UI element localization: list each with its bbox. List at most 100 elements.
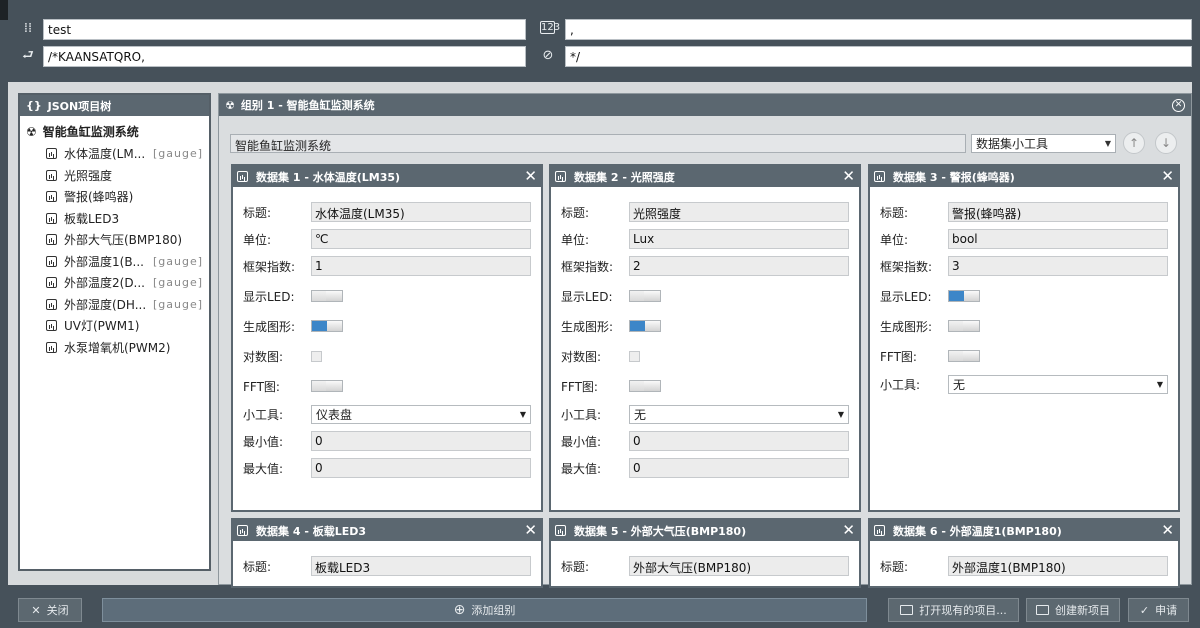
title-row: 标题: 板载LED3 — [243, 556, 531, 576]
apply-button[interactable]: ✓ 申请 — [1128, 598, 1189, 622]
dataset-icon — [874, 525, 885, 536]
tree-item[interactable]: 水体温度(LM... [gauge] — [20, 143, 209, 165]
led-toggle[interactable] — [629, 290, 661, 302]
close-group-icon[interactable]: ✕ — [1172, 98, 1185, 112]
tree-item[interactable]: 外部温度2(D... [gauge] — [20, 272, 209, 294]
tree-item[interactable]: 外部温度1(B... [gauge] — [20, 251, 209, 273]
project-title-input[interactable]: test — [43, 19, 526, 40]
fft-label: FFT图: — [243, 379, 280, 394]
add-icon: ⊕ — [453, 602, 466, 618]
fft-label: FFT图: — [561, 379, 598, 394]
tree-root-item[interactable]: ☢ 智能鱼缸监测系统 — [20, 116, 209, 143]
add-group-button[interactable]: ⊕ 添加组别 — [102, 598, 867, 622]
widget-dropdown[interactable]: 无 ▼ — [629, 404, 849, 424]
dataset-card-header: 数据集 4 - 板载LED3 ✕ — [233, 520, 541, 541]
min-row: 最小值: 0 — [243, 431, 531, 451]
dataset-card: 数据集 5 - 外部大气压(BMP180) ✕ 标题: 外部大气压(BMP180) — [549, 518, 861, 588]
title-input[interactable]: 警报(蜂鸣器) — [948, 202, 1168, 222]
close-dataset-icon[interactable]: ✕ — [842, 523, 855, 538]
log-label: 对数图: — [561, 349, 602, 364]
title-label: 标题: — [243, 205, 272, 220]
group-header-label: 组别 1 - 智能鱼缸监测系统 — [240, 99, 375, 112]
frame-index-input[interactable]: 3 — [948, 256, 1168, 276]
tree-item[interactable]: 外部大气压(BMP180) — [20, 229, 209, 251]
unit-row: 单位: ℃ — [243, 229, 531, 249]
title-input[interactable]: 光照强度 — [629, 202, 849, 222]
dataset-icon — [46, 277, 57, 289]
close-dataset-icon[interactable]: ✕ — [1161, 523, 1174, 538]
graph-label: 生成图形: — [561, 319, 614, 334]
dataset-icon — [555, 525, 566, 536]
close-dataset-icon[interactable]: ✕ — [524, 523, 537, 538]
widget-dropdown[interactable]: 仪表盘 ▼ — [311, 404, 531, 424]
new-folder-icon — [1036, 605, 1049, 615]
graph-toggle[interactable] — [311, 320, 343, 332]
max-input[interactable]: 0 — [629, 458, 849, 478]
graph-toggle[interactable] — [629, 320, 661, 332]
dataset-card-header: 数据集 5 - 外部大气压(BMP180) ✕ — [551, 520, 859, 541]
unit-row: 单位: Lux — [561, 229, 849, 249]
widget-select[interactable]: 数据集小工具 ▼ — [971, 134, 1116, 153]
led-toggle[interactable] — [948, 290, 980, 302]
frame-index-row: 框架指数: 3 — [880, 256, 1168, 276]
tree-item[interactable]: 警报(蜂鸣器) — [20, 186, 209, 208]
frame-index-input[interactable]: 1 — [311, 256, 531, 276]
frame-index-row: 框架指数: 2 — [561, 256, 849, 276]
fft-toggle[interactable] — [629, 380, 661, 392]
fft-toggle[interactable] — [311, 380, 343, 392]
frame-end-input[interactable]: */ — [565, 46, 1192, 67]
move-down-button[interactable]: ↓ — [1155, 132, 1177, 154]
frame-index-label: 框架指数: — [243, 259, 296, 274]
tree-item[interactable]: 水泵增氧机(PWM2) — [20, 337, 209, 359]
min-input[interactable]: 0 — [311, 431, 531, 451]
title-input[interactable]: 外部大气压(BMP180) — [629, 556, 849, 576]
dataset-card: 数据集 2 - 光照强度 ✕ 标题: 光照强度 单位: Lux 框架指数: 2 显示LED: 生成… — [549, 164, 861, 512]
close-button[interactable]: ✕ 关闭 — [18, 598, 82, 622]
widget-row: 小工具: 无 ▼ — [880, 374, 1168, 394]
widget-label: 小工具: — [243, 407, 284, 422]
widget-dropdown-value: 仪表盘 — [316, 407, 353, 422]
title-input[interactable]: 板载LED3 — [311, 556, 531, 576]
dataset-icon — [46, 212, 57, 224]
frame-index-input[interactable]: 2 — [629, 256, 849, 276]
add-group-label: 添加组别 — [471, 604, 516, 617]
title-icon: ⁞⁞ — [23, 21, 33, 36]
tree-item[interactable]: 外部湿度(DH... [gauge] — [20, 294, 209, 316]
close-icon: ✕ — [31, 603, 41, 617]
frame-start-input[interactable]: /*KAANSATQRO, — [43, 46, 526, 67]
tree-item[interactable]: 光照强度 — [20, 165, 209, 187]
tree-item[interactable]: 板载LED3 — [20, 208, 209, 230]
widget-dropdown-value: 无 — [953, 377, 966, 392]
led-toggle[interactable] — [311, 290, 343, 302]
unit-input[interactable]: ℃ — [311, 229, 531, 249]
apply-label: 申请 — [1155, 604, 1178, 617]
graph-toggle[interactable] — [948, 320, 980, 332]
group-title-input[interactable]: 智能鱼缸监测系统 — [230, 134, 966, 153]
fft-toggle[interactable] — [948, 350, 980, 362]
close-dataset-icon[interactable]: ✕ — [524, 169, 537, 184]
group-panel: ☢ 组别 1 - 智能鱼缸监测系统 ✕ 智能鱼缸监测系统 数据集小工具 ▼ ↑ ↓… — [218, 93, 1192, 588]
title-input[interactable]: 水体温度(LM35) — [311, 202, 531, 222]
tree-item-tag: [gauge] — [152, 147, 203, 161]
create-project-button[interactable]: 创建新项目 — [1026, 598, 1120, 622]
move-up-button[interactable]: ↑ — [1123, 132, 1145, 154]
widget-dropdown[interactable]: 无 ▼ — [948, 374, 1168, 394]
max-row: 最大值: 0 — [561, 458, 849, 478]
tree-item[interactable]: UV灯(PWM1) — [20, 315, 209, 337]
min-input[interactable]: 0 — [629, 431, 849, 451]
close-dataset-icon[interactable]: ✕ — [1161, 169, 1174, 184]
max-input[interactable]: 0 — [311, 458, 531, 478]
dataset-card: 数据集 1 - 水体温度(LM35) ✕ 标题: 水体温度(LM35) 单位: ℃ 框架指数… — [231, 164, 543, 512]
separator-input[interactable]: , — [565, 19, 1192, 40]
json-project-tree: {} JSON项目树 ☢ 智能鱼缸监测系统 水体温度(LM... [gauge] 光照强… — [18, 93, 211, 571]
unit-input[interactable]: bool — [948, 229, 1168, 249]
dataset-icon — [237, 171, 248, 182]
max-row: 最大值: 0 — [243, 458, 531, 478]
chevron-down-icon: ▼ — [837, 409, 844, 419]
fft-label: FFT图: — [880, 349, 917, 364]
open-project-button[interactable]: 打开现有的项目... — [888, 598, 1019, 622]
title-input[interactable]: 外部温度1(BMP180) — [948, 556, 1168, 576]
dataset-card: 数据集 4 - 板载LED3 ✕ 标题: 板载LED3 — [231, 518, 543, 588]
unit-input[interactable]: Lux — [629, 229, 849, 249]
close-dataset-icon[interactable]: ✕ — [842, 169, 855, 184]
